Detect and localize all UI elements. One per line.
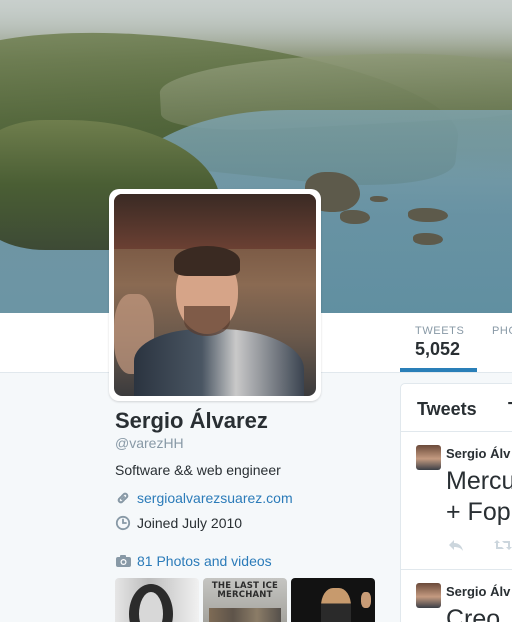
media-thumb[interactable] — [115, 578, 199, 622]
poster-title: THE LAST ICE MERCHANT — [211, 581, 279, 600]
tweet-avatar[interactable] — [416, 445, 441, 470]
tweet-text-line: Creo — [446, 605, 501, 622]
camera-icon — [115, 553, 131, 569]
active-tab-underline — [400, 368, 477, 372]
tweet-author[interactable]: Sergio Álv — [446, 584, 510, 599]
photos-videos-row[interactable]: 81 Photos and videos — [115, 553, 272, 569]
stat-tweets-label: TWEETS — [415, 325, 465, 337]
profile-joined-row: Joined July 2010 — [115, 515, 242, 531]
avatar-image — [114, 194, 316, 396]
link-icon — [115, 490, 131, 506]
profile-joined: Joined July 2010 — [137, 515, 243, 531]
profile-url-link[interactable]: sergioalvarezsuarez.com — [137, 490, 293, 506]
calendar-icon — [115, 515, 131, 531]
tweet-avatar[interactable] — [416, 583, 441, 608]
tweet-actions — [447, 538, 512, 557]
tweets-timeline: Tweets T Sergio Álv Mercu + Fop Sergio Á… — [400, 383, 512, 622]
tweet-text: Mercu + Fop — [446, 466, 512, 528]
profile-url-row: sergioalvarezsuarez.com — [115, 490, 293, 506]
profile-bio: Software && web engineer — [115, 462, 281, 478]
media-thumb[interactable] — [291, 578, 375, 622]
media-thumb[interactable]: THE LAST ICE MERCHANT — [203, 578, 287, 622]
reply-icon[interactable] — [447, 538, 465, 557]
tweet-text: Creo — [446, 604, 500, 622]
tweet-text-line: Mercu — [446, 467, 512, 495]
stat-photos[interactable]: PHO — [492, 325, 512, 339]
tweet-author[interactable]: Sergio Álv — [446, 446, 510, 461]
tweet[interactable]: Sergio Álv Mercu + Fop — [401, 432, 512, 570]
tab-tweets[interactable]: Tweets — [417, 399, 477, 419]
retweet-icon[interactable] — [493, 538, 512, 557]
tab-tweets-replies[interactable]: T — [508, 399, 512, 420]
stat-tweets-value: 5,052 — [415, 339, 461, 359]
stat-photos-label: PHO — [492, 325, 512, 337]
tweet-text-line: + Fop — [446, 498, 511, 526]
profile-avatar[interactable] — [109, 189, 321, 401]
profile-handle[interactable]: @varezHH — [115, 435, 184, 451]
timeline-tabs: Tweets T — [401, 384, 512, 432]
stat-tweets[interactable]: TWEETS 5,052 — [415, 325, 464, 360]
profile-name[interactable]: Sergio Álvarez — [115, 408, 268, 434]
tweet[interactable]: Sergio Álv Creo — [401, 570, 512, 622]
photos-videos-link[interactable]: 81 Photos and videos — [137, 553, 272, 569]
